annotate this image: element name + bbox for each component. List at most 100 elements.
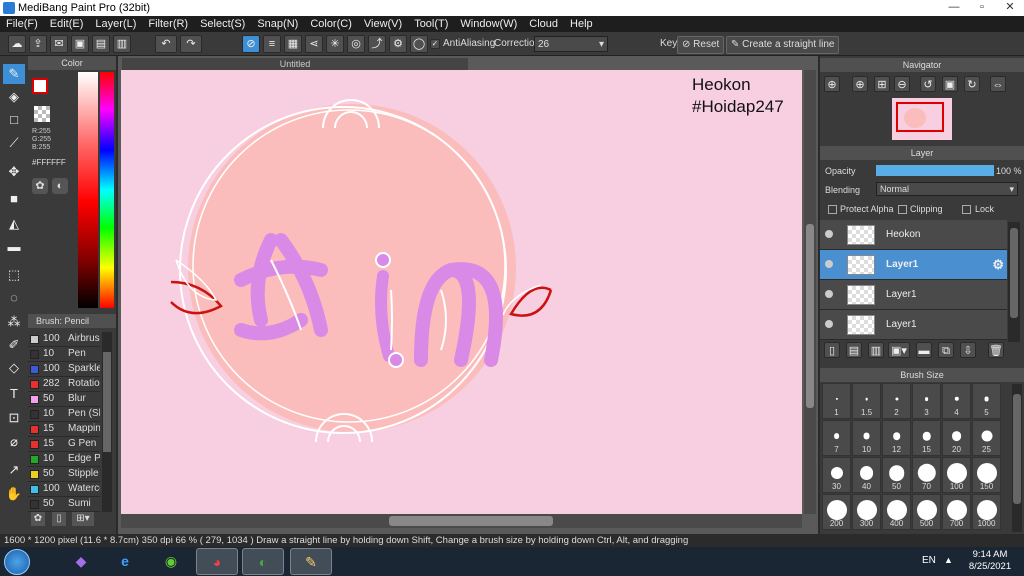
brush-size-cell[interactable]: 100: [942, 457, 971, 493]
move-tool-icon[interactable]: ✥: [3, 162, 25, 182]
gradient-tool-icon[interactable]: ▬: [3, 237, 25, 257]
folder-icon[interactable]: ▬: [916, 342, 932, 358]
rectangle-tool-icon[interactable]: □: [3, 110, 25, 130]
concentric-snap-icon[interactable]: ◎: [347, 35, 365, 53]
brightness-bar[interactable]: [78, 72, 98, 308]
brush-list-item[interactable]: 10 Pen (Sh: [28, 407, 100, 422]
brush-size-cell[interactable]: 1.5: [852, 383, 881, 419]
visibility-icon[interactable]: [825, 230, 833, 238]
opacity-slider[interactable]: [876, 165, 994, 176]
save-icon[interactable]: ▣: [71, 35, 89, 53]
lasso-tool-icon[interactable]: ◌: [3, 288, 25, 308]
menu-filter[interactable]: Filter(R): [142, 16, 194, 32]
menu-select[interactable]: Select(S): [194, 16, 251, 32]
blending-select[interactable]: Normal ▾: [876, 182, 1018, 196]
flip-icon[interactable]: ⇔: [990, 76, 1006, 92]
text-tool-icon[interactable]: T: [3, 384, 25, 404]
select-tool-icon[interactable]: ⬚: [3, 265, 25, 285]
color-mix-icon[interactable]: ◐: [52, 178, 68, 194]
menu-cloud[interactable]: Cloud: [523, 16, 564, 32]
navigator-preview[interactable]: [892, 98, 952, 140]
merge-layer-icon[interactable]: ⇩: [960, 342, 976, 358]
drawing-canvas[interactable]: Heokon #Hoidap247: [121, 70, 802, 514]
brush-list-item[interactable]: 10 Pen: [28, 347, 100, 362]
document-icon[interactable]: ▤: [92, 35, 110, 53]
layer-scrollbar[interactable]: [1008, 222, 1020, 342]
paint-app-icon[interactable]: ✎: [290, 548, 332, 575]
maximize-button[interactable]: ▫: [968, 0, 996, 16]
comment-icon[interactable]: ✉: [50, 35, 68, 53]
rotate-reset-icon[interactable]: ▣: [942, 76, 958, 92]
brush-list-item[interactable]: 100 Sparkle: [28, 362, 100, 377]
new-8bit-layer-icon[interactable]: ▥: [868, 342, 884, 358]
brush-scrollbar[interactable]: [102, 332, 112, 512]
protect-alpha-checkbox[interactable]: [828, 205, 837, 214]
brush-size-cell[interactable]: 200: [822, 494, 851, 530]
brush-size-cell[interactable]: 300: [852, 494, 881, 530]
brush-size-cell[interactable]: 4: [942, 383, 971, 419]
brush-size-cell[interactable]: 5: [972, 383, 1001, 419]
menu-window[interactable]: Window(W): [454, 16, 523, 32]
lock-checkbox[interactable]: [962, 205, 971, 214]
internet-explorer-icon[interactable]: e: [104, 548, 146, 575]
menu-help[interactable]: Help: [564, 16, 599, 32]
add-layer-menu-icon[interactable]: ▣▾: [888, 342, 910, 358]
curve-snap-icon[interactable]: ⤴: [368, 35, 386, 53]
brush-size-cell[interactable]: 150: [972, 457, 1001, 493]
menu-layer[interactable]: Layer(L): [89, 16, 142, 32]
brush-size-scrollbar[interactable]: [1012, 384, 1022, 532]
add-brush-icon[interactable]: ⊞▾: [72, 512, 94, 526]
visibility-icon[interactable]: [825, 290, 833, 298]
settings-snap-icon[interactable]: ⚙: [389, 35, 407, 53]
clipping-checkbox[interactable]: [898, 205, 907, 214]
select-pen-tool-icon[interactable]: ✐: [3, 335, 25, 355]
layer-row[interactable]: Layer1: [820, 310, 1007, 340]
brush-size-cell[interactable]: 700: [942, 494, 971, 530]
brush-list-item[interactable]: 282 Rotation: [28, 377, 100, 392]
magic-wand-tool-icon[interactable]: ⁂: [3, 312, 25, 332]
brush-size-cell[interactable]: 40: [852, 457, 881, 493]
dot-brush-tool-icon[interactable]: ⟋: [3, 133, 25, 153]
start-button[interactable]: [4, 549, 30, 575]
zoom-in-icon[interactable]: ⊕: [824, 76, 840, 92]
brush-size-cell[interactable]: 10: [852, 420, 881, 456]
hand-tool-icon[interactable]: ✋: [3, 484, 25, 504]
gear-icon[interactable]: ⚙: [992, 257, 1004, 273]
new-halftone-layer-icon[interactable]: ▤: [846, 342, 862, 358]
medibang-taskbar-icon[interactable]: ◐: [242, 548, 284, 575]
menu-view[interactable]: View(V): [358, 16, 408, 32]
layer-row[interactable]: Heokon: [820, 220, 1007, 250]
brush-size-cell[interactable]: 400: [882, 494, 911, 530]
brush-size-cell[interactable]: 1000: [972, 494, 1001, 530]
brush-list-item[interactable]: 100 Airbrush: [28, 332, 100, 347]
share-icon[interactable]: ⇪: [29, 35, 47, 53]
brush-list-item[interactable]: 50 Sumi: [28, 497, 100, 512]
antialiasing-checkbox[interactable]: ✓: [430, 39, 440, 49]
duplicate-layer-icon[interactable]: ⧉: [938, 342, 954, 358]
brush-list-item[interactable]: 100 Watercol: [28, 482, 100, 497]
canvas-vertical-scrollbar[interactable]: [804, 70, 816, 514]
snap-off-icon[interactable]: ⊘: [242, 35, 260, 53]
brush-size-cell[interactable]: 30: [822, 457, 851, 493]
new-layer-icon[interactable]: ▯: [824, 342, 840, 358]
menu-tool[interactable]: Tool(T): [408, 16, 454, 32]
canvas-tab[interactable]: Untitled: [122, 58, 468, 70]
brush-tool-icon[interactable]: ✎: [3, 64, 25, 84]
brush-list-item[interactable]: 50 Blur: [28, 392, 100, 407]
select-eraser-tool-icon[interactable]: ◇: [3, 358, 25, 378]
layer-row[interactable]: Layer1: [820, 280, 1007, 310]
minimize-button[interactable]: —: [940, 0, 968, 16]
clock[interactable]: 9:14 AM 8/25/2021: [960, 549, 1020, 573]
visibility-icon[interactable]: [825, 320, 833, 328]
transparent-color-swatch[interactable]: [34, 106, 50, 122]
brush-size-cell[interactable]: 7: [822, 420, 851, 456]
reset-button[interactable]: ⊘ Reset: [677, 36, 725, 54]
redo-icon[interactable]: ↷: [180, 35, 202, 53]
tray-arrow-icon[interactable]: ▲: [944, 555, 953, 565]
bucket-tool-icon[interactable]: ◭: [3, 214, 25, 234]
rotate-left-icon[interactable]: ↺: [920, 76, 936, 92]
hue-bar[interactable]: [100, 72, 114, 308]
brush-list-item[interactable]: 50 Stipple: [28, 467, 100, 482]
brush-list-item[interactable]: 10 Edge Pe: [28, 452, 100, 467]
fill-rect-tool-icon[interactable]: ■: [3, 189, 25, 209]
